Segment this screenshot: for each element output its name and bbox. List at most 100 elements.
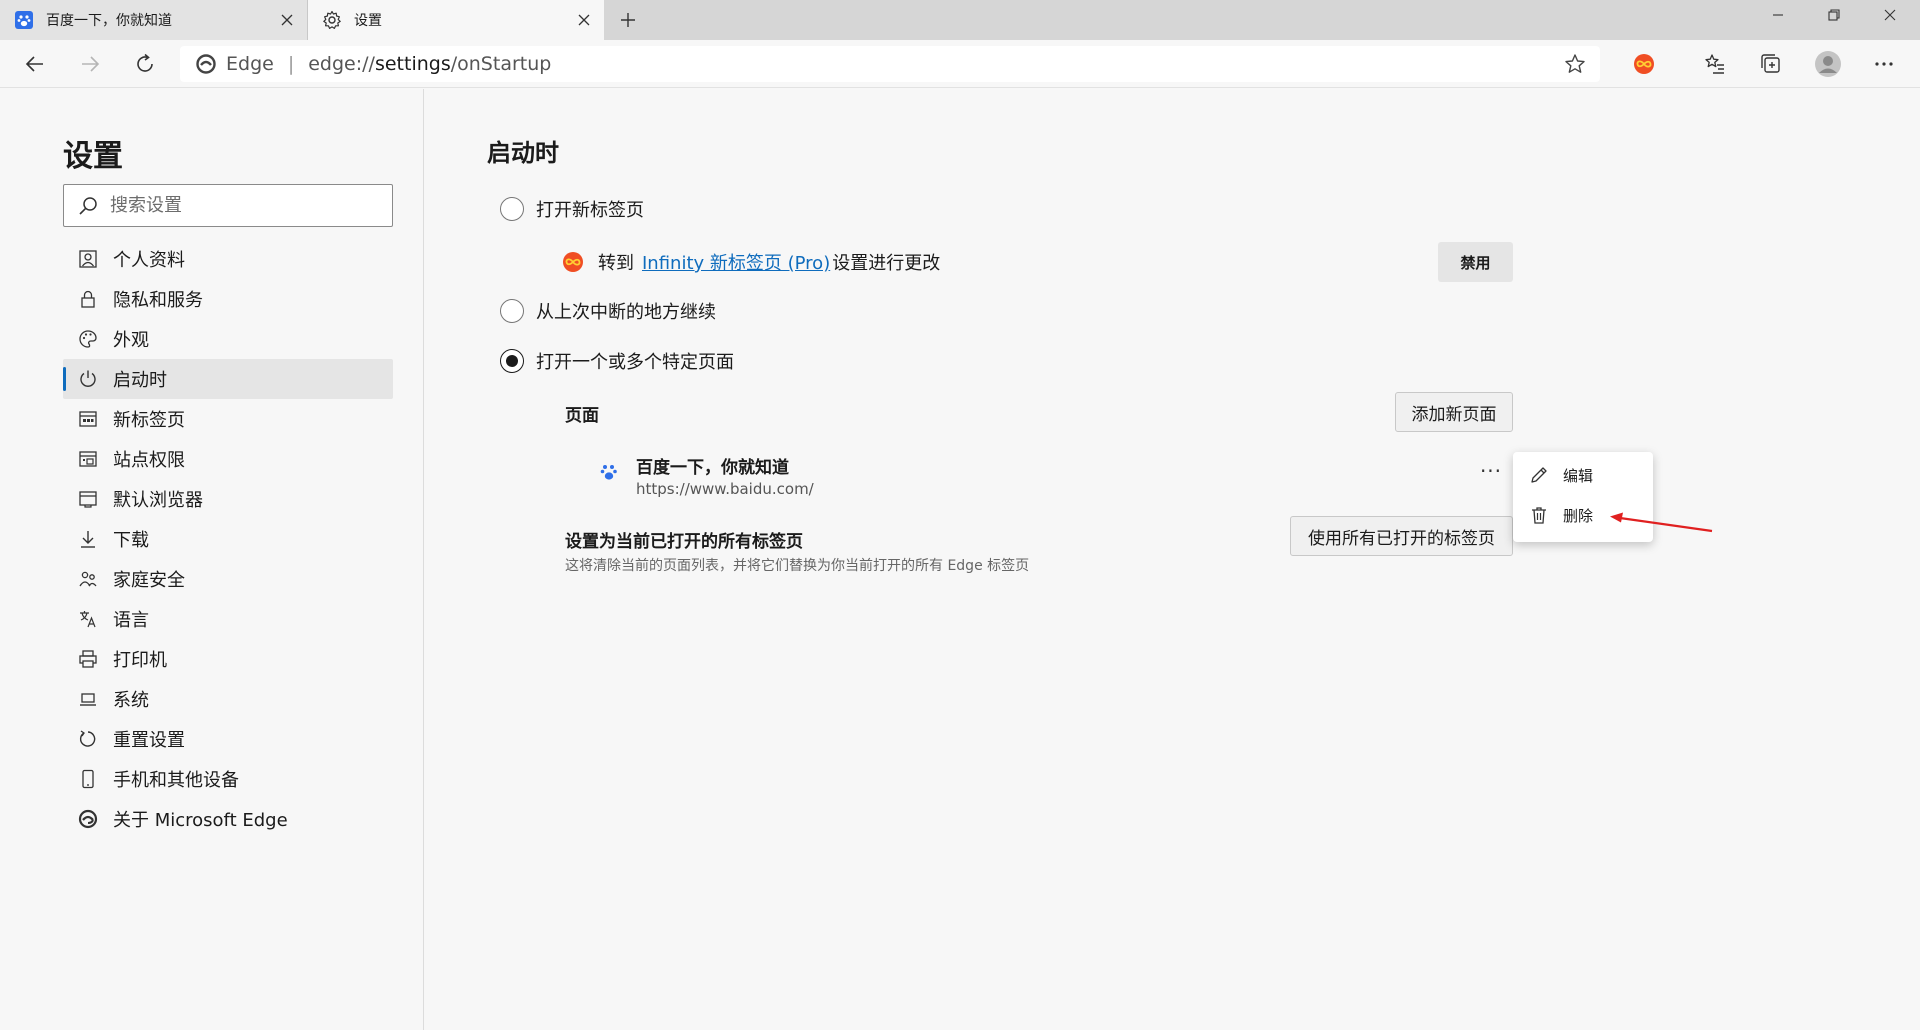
settings-nav: 个人资料 隐私和服务 外观 启动时 新标签页 站点权限 默认浏览器 下载 家庭安… (63, 239, 393, 839)
close-icon (1884, 9, 1896, 21)
restore-button[interactable] (1806, 0, 1862, 30)
favorite-star-icon[interactable] (1564, 53, 1586, 75)
refresh-icon (137, 53, 153, 72)
sidebar-item-label: 隐私和服务 (113, 290, 203, 311)
tab-title: 设置 (354, 13, 382, 29)
sidebar-item-label: 家庭安全 (113, 570, 185, 591)
search-input[interactable] (110, 195, 370, 216)
gear-icon (322, 10, 342, 30)
sidebar-item-phone[interactable]: 手机和其他设备 (63, 759, 393, 799)
sidebar-item-appearance[interactable]: 外观 (63, 319, 393, 359)
forward-button[interactable] (74, 48, 106, 80)
baidu-paw-icon (14, 10, 34, 30)
forward-arrow-icon (82, 56, 100, 72)
close-tab-icon[interactable] (273, 6, 301, 34)
minimize-button[interactable] (1750, 0, 1806, 30)
search-settings[interactable] (63, 184, 393, 227)
sidebar-item-label: 新标签页 (113, 410, 185, 431)
address-bar[interactable]: Edge | edge://settings/onStartup (180, 46, 1600, 82)
sidebar-item-reset[interactable]: 重置设置 (63, 719, 393, 759)
radio-label: 从上次中断的地方继续 (536, 302, 716, 323)
profile-icon (77, 248, 99, 270)
startup-page-entry: 百度一下，你就知道 https://www.baidu.com/ (600, 453, 814, 498)
sidebar-item-startup[interactable]: 启动时 (63, 359, 393, 399)
sidebar-item-system[interactable]: 系统 (63, 679, 393, 719)
reset-icon (77, 728, 99, 750)
profile-button[interactable] (1812, 48, 1844, 80)
sidebar-item-label: 打印机 (113, 650, 167, 671)
sidebar-item-newtab[interactable]: 新标签页 (63, 399, 393, 439)
tab-title: 百度一下，你就知道 (46, 13, 172, 29)
lock-icon (77, 288, 99, 310)
page-url-text: https://www.baidu.com/ (636, 480, 814, 498)
radio-label: 打开新标签页 (536, 200, 644, 221)
back-button[interactable] (19, 48, 51, 80)
radio-button-checked[interactable] (500, 349, 524, 373)
url-path: /onStartup (450, 53, 552, 75)
startup-settings-panel: 启动时 打开新标签页 转到 Infinity 新标签页 (Pro) 设置进行更改… (425, 89, 1920, 1030)
infinity-extension-icon (1634, 54, 1654, 74)
close-window-button[interactable] (1862, 0, 1918, 30)
sidebar-item-label: 手机和其他设备 (113, 770, 239, 791)
infinity-extension-icon (562, 251, 584, 273)
new-tab-button[interactable] (612, 4, 644, 36)
url-bold: settings (374, 53, 451, 75)
sidebar-item-family-safety[interactable]: 家庭安全 (63, 559, 393, 599)
collections-button[interactable] (1755, 48, 1787, 80)
sidebar-item-label: 系统 (113, 690, 149, 711)
radio-button[interactable] (500, 299, 524, 323)
radio-continue[interactable]: 从上次中断的地方继续 (500, 296, 716, 326)
sidebar-item-privacy[interactable]: 隐私和服务 (63, 279, 393, 319)
menu-item-edit[interactable]: 编辑 (1513, 455, 1653, 495)
restore-icon (1828, 9, 1840, 21)
extension-suffix: 设置进行更改 (832, 253, 941, 274)
tab-settings[interactable]: 设置 (308, 0, 604, 40)
page-more-options-button[interactable]: ··· (1475, 457, 1507, 485)
pages-label: 页面 (565, 406, 599, 426)
phone-icon (77, 768, 99, 790)
sidebar-title: 设置 (63, 139, 123, 174)
favorites-button[interactable] (1699, 48, 1731, 80)
system-icon (77, 688, 99, 710)
family-icon (77, 568, 99, 590)
page-title: 启动时 (487, 139, 559, 167)
use-all-open-tabs-button[interactable]: 使用所有已打开的标签页 (1290, 516, 1513, 556)
sidebar-item-downloads[interactable]: 下载 (63, 519, 393, 559)
sidebar-item-site-permissions[interactable]: 站点权限 (63, 439, 393, 479)
close-tab-icon[interactable] (570, 6, 598, 34)
add-new-page-button[interactable]: 添加新页面 (1395, 392, 1513, 432)
download-icon (77, 528, 99, 550)
back-arrow-icon (25, 56, 43, 72)
avatar-icon (1815, 51, 1841, 77)
sidebar-item-label: 下载 (113, 530, 149, 551)
menu-item-label: 编辑 (1563, 466, 1594, 485)
address-url: edge://settings/onStartup (308, 53, 551, 75)
radio-label: 打开一个或多个特定页面 (536, 352, 734, 373)
sidebar-item-printers[interactable]: 打印机 (63, 639, 393, 679)
menu-item-label: 删除 (1563, 506, 1594, 525)
trash-icon (1529, 505, 1549, 525)
set-all-tabs-title: 设置为当前已打开的所有标签页 (565, 532, 803, 552)
sidebar-item-profile[interactable]: 个人资料 (63, 239, 393, 279)
disable-extension-button[interactable]: 禁用 (1438, 242, 1513, 282)
infinity-extension-button[interactable] (1628, 48, 1660, 80)
palette-icon (77, 328, 99, 350)
radio-open-new-tab[interactable]: 打开新标签页 (500, 194, 644, 224)
tab-baidu[interactable]: 百度一下，你就知道 (0, 0, 308, 40)
radio-button[interactable] (500, 197, 524, 221)
ellipsis-icon (1875, 62, 1893, 66)
sidebar-item-label: 语言 (113, 610, 149, 631)
extension-link[interactable]: Infinity 新标签页 (Pro) (642, 249, 830, 275)
pencil-icon (1529, 465, 1549, 485)
radio-open-specific-pages[interactable]: 打开一个或多个特定页面 (500, 346, 734, 376)
sidebar-item-languages[interactable]: 语言 (63, 599, 393, 639)
sidebar-item-label: 外观 (113, 330, 149, 351)
minimize-icon (1773, 14, 1783, 16)
settings-sidebar: 设置 个人资料 隐私和服务 外观 启动时 新标签页 站点权限 (0, 89, 424, 1030)
sidebar-item-about[interactable]: 关于 Microsoft Edge (63, 799, 393, 839)
edge-logo-icon (196, 54, 216, 74)
printer-icon (77, 648, 99, 670)
sidebar-item-default-browser[interactable]: 默认浏览器 (63, 479, 393, 519)
more-menu-button[interactable] (1868, 48, 1900, 80)
refresh-button[interactable] (129, 48, 161, 80)
